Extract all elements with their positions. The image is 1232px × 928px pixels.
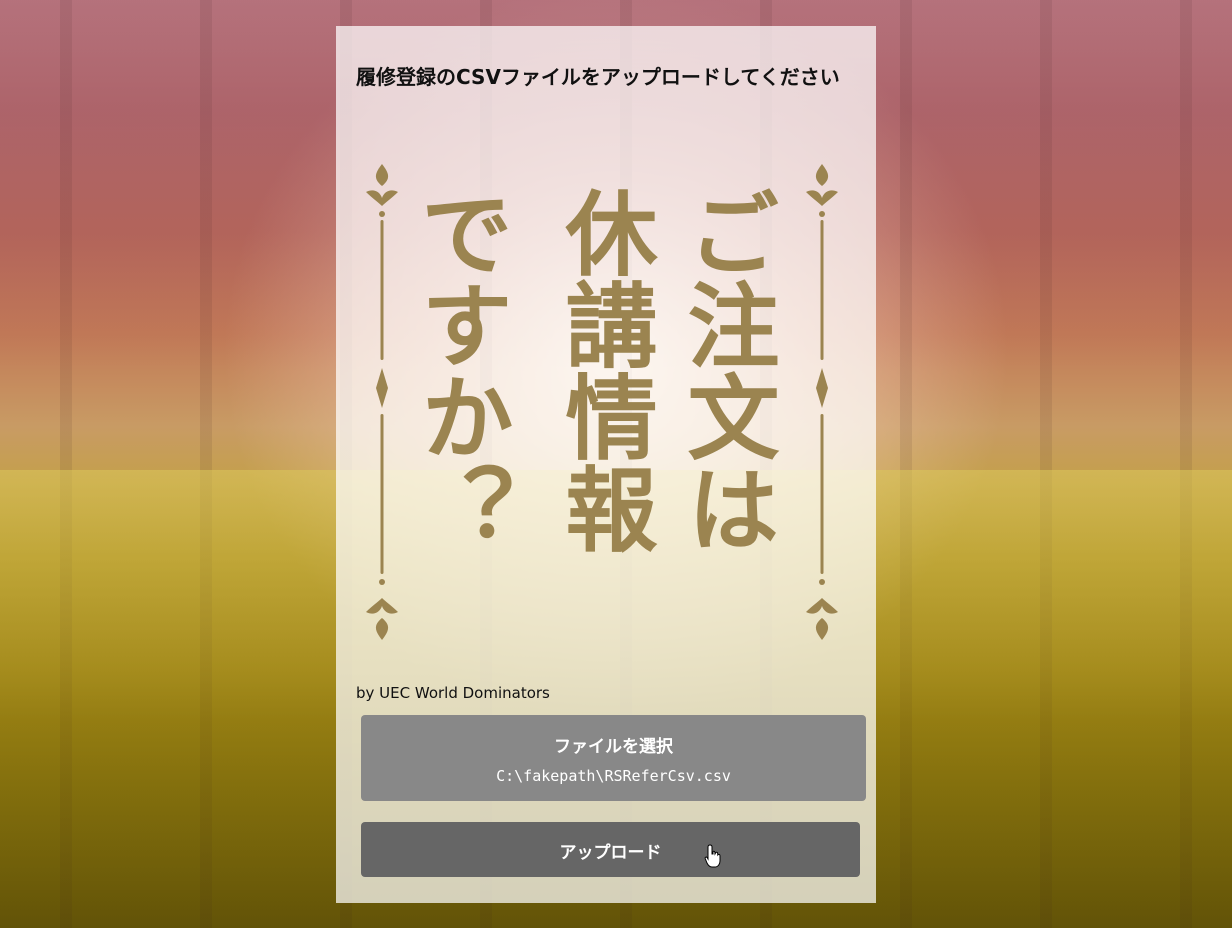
logo-line-2: 休講情報 [550, 186, 658, 554]
ornament-right-icon [806, 164, 838, 640]
logo-line-3: ですか？ [406, 186, 514, 554]
upload-button[interactable]: アップロード [361, 822, 860, 877]
page-title: 履修登録のCSVファイルをアップロードしてください [356, 65, 840, 89]
file-select-label: ファイルを選択 [554, 737, 673, 757]
selected-file-path: C:\fakepath\RSReferCsv.csv [496, 767, 731, 785]
file-select-button[interactable]: ファイルを選択 C:\fakepath\RSReferCsv.csv [361, 715, 866, 801]
ornament-left-icon [366, 164, 398, 640]
upload-button-label: アップロード [559, 843, 662, 863]
upload-panel: 履修登録のCSVファイルをアップロードしてください ご注文は 休講情報 ですか？ [336, 26, 876, 903]
byline: by UEC World Dominators [356, 684, 550, 702]
hand-pointer-icon [704, 844, 721, 868]
logo-line-1: ご注文は [672, 186, 780, 554]
app-logo: ご注文は 休講情報 ですか？ [362, 162, 842, 662]
